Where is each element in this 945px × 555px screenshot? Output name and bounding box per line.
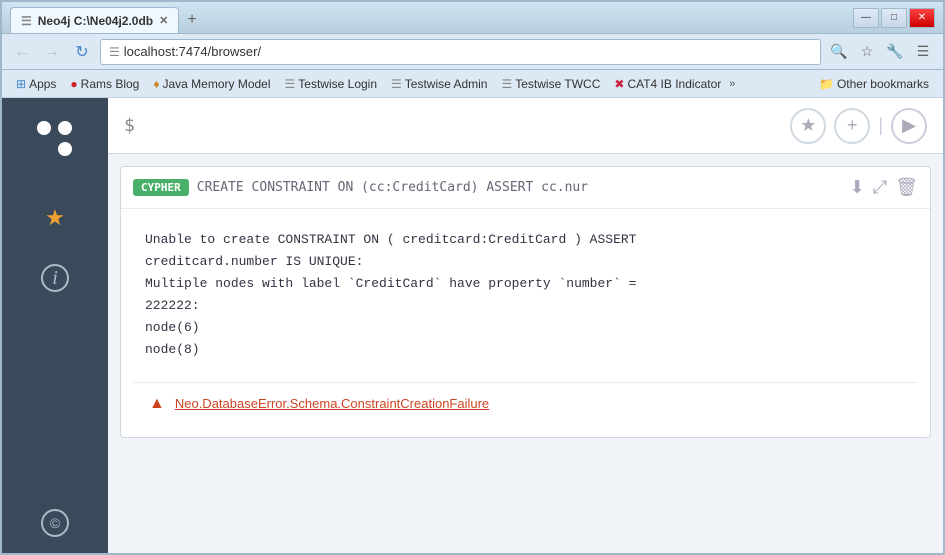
title-bar: ☰ Neo4j C:\Ne04j2.0db ✕ + — □ ✕	[2, 2, 943, 34]
folder-icon: 📁	[819, 77, 834, 91]
output-line-2: creditcard.number IS UNIQUE:	[145, 251, 906, 273]
result-header: CYPHER CREATE CONSTRAINT ON (cc:CreditCa…	[121, 167, 930, 209]
bookmark-testwise-login[interactable]: ☰ Testwise Login	[279, 75, 383, 93]
tw-login-icon: ☰	[285, 77, 296, 91]
logo-dot-1	[37, 121, 51, 135]
bookmarks-more[interactable]: »	[729, 78, 735, 90]
address-lock-icon: ☰	[109, 45, 120, 59]
logo-dot-3	[37, 142, 51, 156]
java-label: Java Memory Model	[162, 77, 270, 91]
add-query-button[interactable]: +	[834, 108, 870, 144]
browser-window: ☰ Neo4j C:\Ne04j2.0db ✕ + — □ ✕ ← → ↻ ☰ …	[0, 0, 945, 555]
window-controls: — □ ✕	[853, 8, 935, 28]
output-line-1: Unable to create CONSTRAINT ON ( creditc…	[145, 229, 906, 251]
error-link[interactable]: Neo.DatabaseError.Schema.ConstraintCreat…	[175, 396, 489, 411]
search-button[interactable]: 🔍	[827, 40, 851, 64]
tab-file-icon: ☰	[21, 14, 32, 28]
logo-dot-4	[58, 142, 72, 156]
address-field[interactable]: ☰ localhost:7474/browser/	[100, 39, 821, 65]
content-area: $ ★ + | ▶ CYPHER CREATE CONSTRAINT ON (c…	[108, 98, 943, 553]
copyright-icon: ©	[41, 509, 69, 537]
main-area: ★ i © $ ★ + | ▶	[2, 98, 943, 553]
address-actions: 🔍 ☆ 🔧 ☰	[827, 40, 935, 64]
download-result-button[interactable]: ⬇	[850, 177, 865, 198]
favorite-query-button[interactable]: ★	[790, 108, 826, 144]
star-icon: ★	[45, 205, 65, 231]
menu-button[interactable]: ☰	[911, 40, 935, 64]
output-line-5: node(6)	[145, 317, 906, 339]
tw-twcc-label: Testwise TWCC	[515, 77, 600, 91]
tw-twcc-icon: ☰	[501, 77, 512, 91]
rams-label: Rams Blog	[81, 77, 140, 91]
output-line-6: node(8)	[145, 339, 906, 361]
bookmark-apps[interactable]: ⊞ Apps	[10, 75, 62, 93]
cypher-badge: CYPHER	[133, 179, 189, 196]
other-bookmarks-folder[interactable]: 📁 Other bookmarks	[813, 75, 935, 93]
info-icon: i	[41, 264, 69, 292]
extensions-button[interactable]: 🔧	[883, 40, 907, 64]
expand-result-button[interactable]: ⤢	[873, 177, 887, 198]
bookmark-java-memory[interactable]: ♦ Java Memory Model	[147, 75, 276, 93]
sidebar-item-info[interactable]: i	[25, 252, 85, 304]
rams-icon: ●	[70, 77, 77, 91]
bookmark-testwise-admin[interactable]: ☰ Testwise Admin	[385, 75, 493, 93]
minimize-button[interactable]: —	[853, 8, 879, 28]
output-line-4: 222222:	[145, 295, 906, 317]
address-bar-row: ← → ↻ ☰ localhost:7474/browser/ 🔍 ☆ 🔧 ☰	[2, 34, 943, 70]
back-button[interactable]: ←	[10, 40, 34, 64]
folder-label: Other bookmarks	[837, 77, 929, 91]
output-line-3: Multiple nodes with label `CreditCard` h…	[145, 273, 906, 295]
maximize-button[interactable]: □	[881, 8, 907, 28]
tw-admin-label: Testwise Admin	[405, 77, 488, 91]
result-actions: ⬇ ⤢ 🗑	[850, 177, 918, 198]
delete-result-button[interactable]: 🗑	[895, 177, 918, 198]
results-area[interactable]: CYPHER CREATE CONSTRAINT ON (cc:CreditCa…	[108, 154, 943, 553]
result-panel: CYPHER CREATE CONSTRAINT ON (cc:CreditCa…	[120, 166, 931, 438]
refresh-button[interactable]: ↻	[70, 40, 94, 64]
cat4-label: CAT4 IB Indicator	[627, 77, 721, 91]
sidebar-copyright: ©	[41, 509, 69, 553]
dollar-prompt: $	[124, 115, 135, 136]
tab-close-button[interactable]: ✕	[159, 14, 168, 27]
bookmark-testwise-twcc[interactable]: ☰ Testwise TWCC	[495, 75, 606, 93]
apps-label: Apps	[29, 77, 56, 91]
bookmarks-bar: ⊞ Apps ● Rams Blog ♦ Java Memory Model ☰…	[2, 70, 943, 98]
error-triangle-icon: ▲	[149, 395, 165, 413]
error-section: ▲ Neo.DatabaseError.Schema.ConstraintCre…	[133, 382, 918, 425]
tab-area: ☰ Neo4j C:\Ne04j2.0db ✕ +	[10, 2, 853, 33]
logo-dot-2	[58, 121, 72, 135]
bookmark-rams-blog[interactable]: ● Rams Blog	[64, 75, 145, 93]
sidebar-logo	[30, 114, 80, 164]
forward-button[interactable]: →	[40, 40, 64, 64]
run-query-button[interactable]: ▶	[891, 108, 927, 144]
sidebar-item-favorites[interactable]: ★	[25, 192, 85, 244]
tab-label: Neo4j C:\Ne04j2.0db	[38, 14, 153, 28]
tw-admin-icon: ☰	[391, 77, 402, 91]
result-body: Unable to create CONSTRAINT ON ( creditc…	[121, 209, 930, 382]
bookmark-star-button[interactable]: ☆	[855, 40, 879, 64]
new-tab-button[interactable]: +	[179, 7, 204, 33]
java-icon: ♦	[153, 77, 159, 91]
tw-login-label: Testwise Login	[298, 77, 377, 91]
cypher-query-text: CREATE CONSTRAINT ON (cc:CreditCard) ASS…	[197, 180, 842, 195]
close-button[interactable]: ✕	[909, 8, 935, 28]
active-tab[interactable]: ☰ Neo4j C:\Ne04j2.0db ✕	[10, 7, 179, 33]
apps-icon: ⊞	[16, 77, 26, 91]
address-text: localhost:7474/browser/	[124, 44, 261, 59]
cat4-icon: ✖	[614, 77, 624, 91]
button-divider: |	[878, 115, 883, 136]
sidebar: ★ i ©	[2, 98, 108, 553]
bookmark-cat4[interactable]: ✖ CAT4 IB Indicator	[608, 75, 727, 93]
query-input-area: $ ★ + | ▶	[108, 98, 943, 154]
